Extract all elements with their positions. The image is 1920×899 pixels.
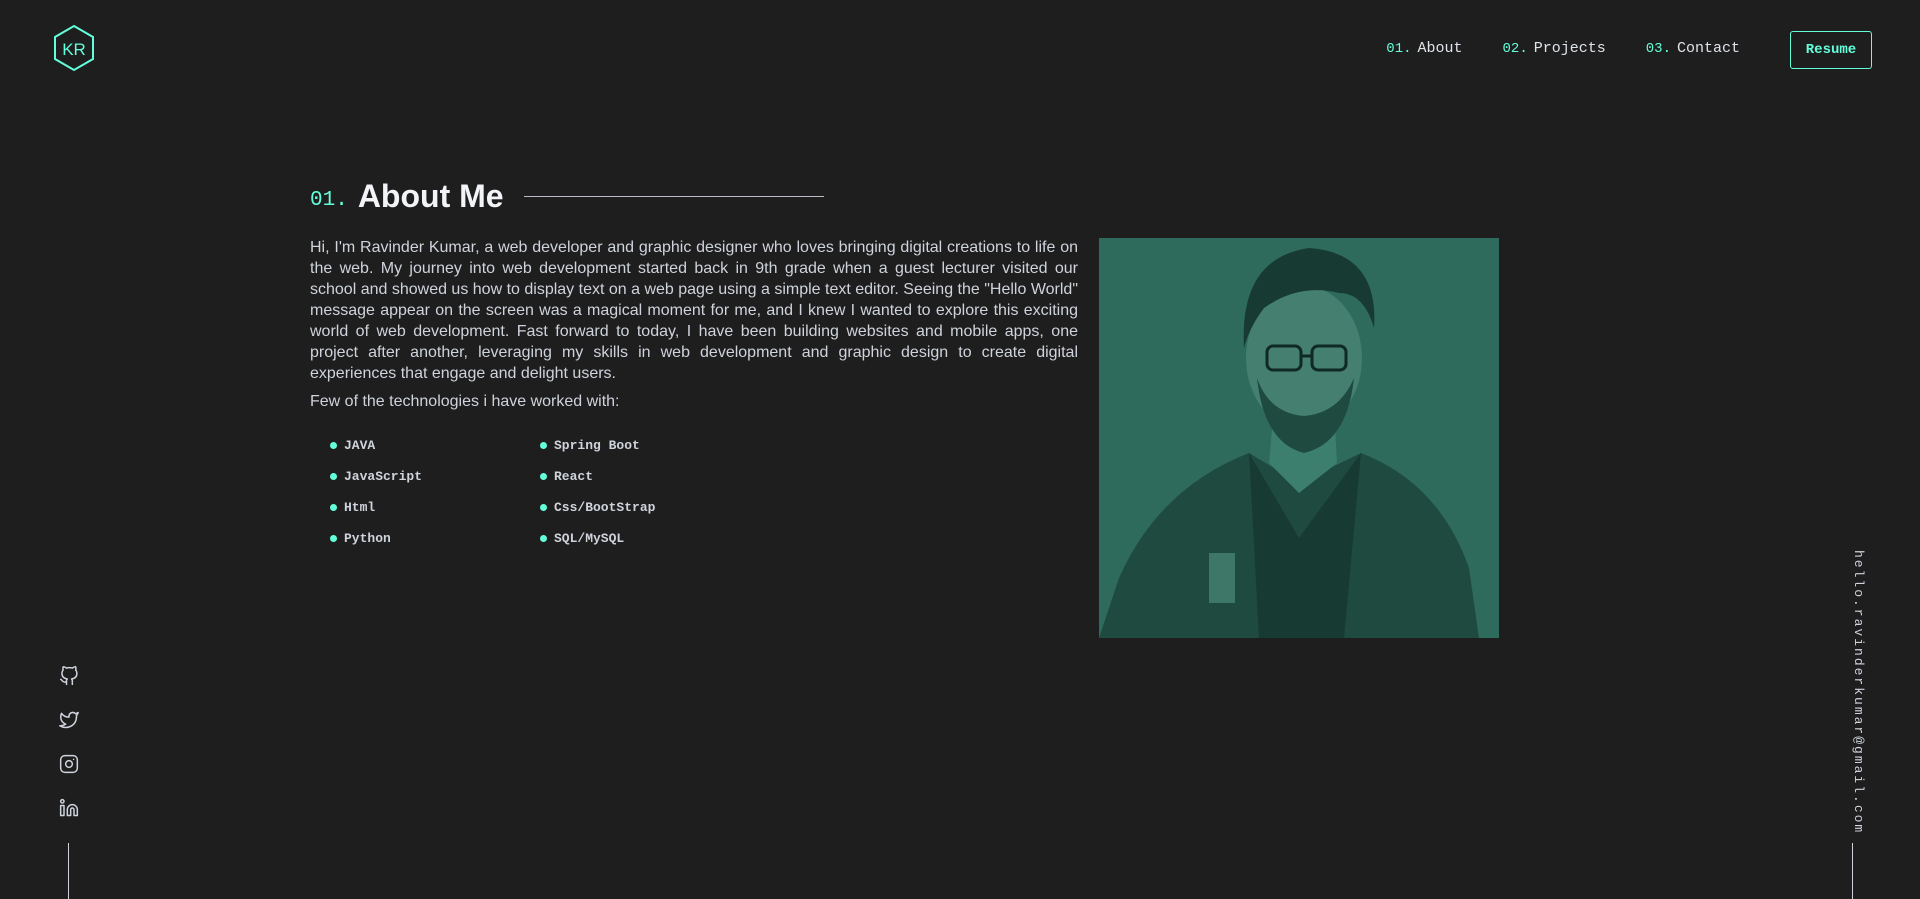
tech-list: JAVA JavaScript Html Python Spring Boot … [330, 436, 655, 560]
tech-item: React [540, 467, 750, 485]
tech-label: Python [344, 530, 391, 546]
linkedin-link[interactable] [56, 796, 82, 820]
twitter-link[interactable] [56, 708, 82, 732]
main-nav: 01. About 02. Projects 03. Contact [1386, 40, 1740, 57]
bullet-icon [540, 503, 547, 511]
twitter-icon [59, 711, 79, 729]
bullet-icon [330, 503, 337, 511]
github-icon [59, 666, 78, 686]
bullet-icon [330, 441, 337, 449]
tech-label: JavaScript [344, 468, 423, 484]
bullet-icon [540, 534, 547, 542]
tech-item: Spring Boot [540, 436, 750, 454]
logo[interactable]: KR [52, 24, 96, 72]
nav-label: About [1417, 40, 1463, 57]
nav-link-about[interactable]: 01. About [1386, 40, 1462, 57]
tech-item: SQL/MySQL [540, 529, 750, 547]
right-divider-line [1852, 843, 1853, 899]
tech-label: Css/BootStrap [554, 499, 656, 515]
social-links [56, 664, 82, 820]
about-paragraph: Hi, I'm Ravinder Kumar, a web developer … [310, 239, 1078, 382]
tech-item: Css/BootStrap [540, 498, 750, 516]
logo-hexagon-icon: KR [54, 24, 94, 72]
tech-item: JAVA [330, 436, 540, 454]
logo-text: KR [62, 40, 86, 59]
nav-label: Projects [1533, 40, 1606, 57]
nav-label: Contact [1676, 40, 1740, 57]
section-heading: 01. About Me [310, 178, 824, 215]
tech-item: Python [330, 529, 540, 547]
tech-label: React [554, 468, 594, 484]
nav-number: 02. [1502, 41, 1528, 57]
tech-label: JAVA [344, 437, 376, 453]
linkedin-icon [59, 798, 79, 817]
tech-item: JavaScript [330, 467, 540, 485]
resume-button[interactable]: Resume [1790, 31, 1872, 69]
nav-link-contact[interactable]: 03. Contact [1646, 40, 1740, 57]
bullet-icon [330, 472, 337, 480]
section-divider [523, 196, 824, 197]
profile-photo[interactable] [1099, 238, 1499, 638]
section-number: 01. [310, 189, 348, 212]
nav-number: 03. [1645, 41, 1671, 57]
tech-label: Spring Boot [554, 437, 640, 453]
instagram-icon [59, 754, 79, 774]
nav-link-projects[interactable]: 02. Projects [1503, 40, 1606, 57]
bullet-icon [540, 441, 547, 449]
left-divider-line [68, 843, 69, 899]
nav-number: 01. [1386, 41, 1412, 57]
tech-item: Html [330, 498, 540, 516]
tech-intro: Few of the technologies i have worked wi… [310, 393, 620, 410]
email-link[interactable]: hello.ravinderkumar@gmail.com [1838, 550, 1866, 834]
github-link[interactable] [56, 664, 82, 688]
tech-label: SQL/MySQL [554, 530, 625, 546]
tech-label: Html [344, 499, 376, 515]
bullet-icon [330, 534, 337, 542]
profile-portrait-image [1099, 238, 1499, 638]
section-title: About Me [357, 178, 504, 214]
bullet-icon [540, 472, 547, 480]
instagram-link[interactable] [56, 752, 82, 776]
